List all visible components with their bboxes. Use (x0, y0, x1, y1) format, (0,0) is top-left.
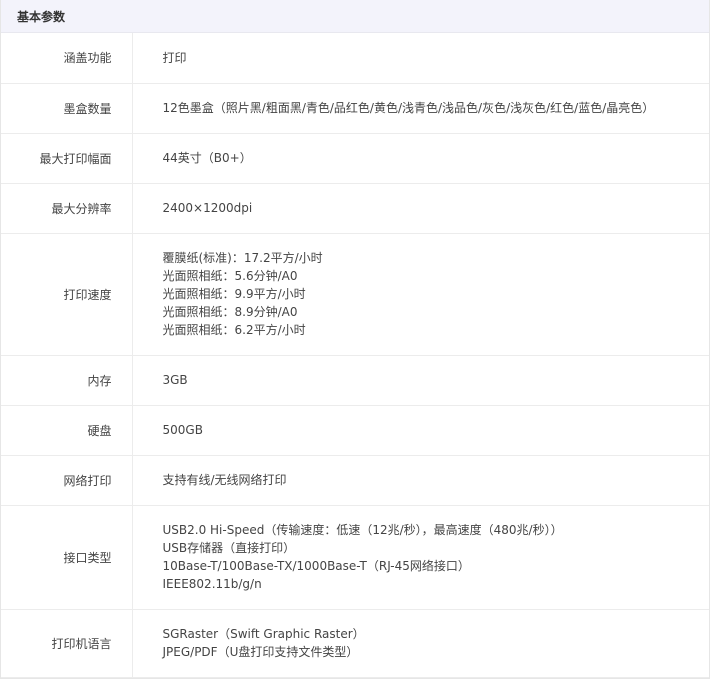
row-label: 打印机语言 (1, 609, 133, 678)
value-line: 支持有线/无线网络打印 (162, 473, 287, 487)
value-line: 3GB (162, 373, 188, 387)
row-value: 12色墨盒（照片黑/粗面黑/青色/品红色/黄色/浅青色/浅品色/灰色/浅灰色/红… (132, 83, 709, 134)
section-title: 基本参数 (1, 0, 709, 33)
value-line: 打印 (162, 50, 187, 65)
spec-table: 涵盖功能 打印 墨盒数量 12色墨盒（照片黑/粗面黑/青色/品红色/黄色/浅青色… (1, 33, 709, 678)
value-line: 12色墨盒（照片黑/粗面黑/青色/品红色/黄色/浅青色/浅品色/灰色/浅灰色/红… (162, 101, 655, 115)
row-value: 500GB (132, 405, 709, 456)
row-value: 打印 (132, 33, 709, 84)
row-label: 墨盒数量 (1, 83, 133, 134)
value-line: 光面照相纸：9.9平方/小时 (162, 287, 306, 301)
value-line: USB存储器（直接打印） (162, 541, 296, 555)
value-line: 2400×1200dpi (162, 201, 253, 215)
table-row: 最大打印幅面 44英寸（B0+） (1, 133, 709, 184)
row-label: 网络打印 (1, 455, 133, 506)
row-value: 支持有线/无线网络打印 (132, 455, 709, 506)
value-line: 光面照相纸：8.9分钟/A0 (162, 305, 298, 319)
table-row: 网络打印 支持有线/无线网络打印 (1, 455, 709, 506)
row-value: 3GB (132, 355, 709, 406)
table-row: 涵盖功能 打印 (1, 33, 709, 84)
table-row: 打印速度 覆膜纸(标准)：17.2平方/小时 光面照相纸：5.6分钟/A0 光面… (1, 233, 709, 356)
table-row: 打印机语言 SGRaster（Swift Graphic Raster） JPE… (1, 609, 709, 678)
value-line: 44英寸（B0+） (162, 151, 252, 165)
row-label: 涵盖功能 (1, 33, 133, 84)
spec-panel: 基本参数 涵盖功能 打印 墨盒数量 12色墨盒（照片黑/粗面黑/青色/品红色/黄… (0, 0, 710, 679)
row-label: 打印速度 (1, 233, 133, 356)
row-label: 硬盘 (1, 405, 133, 456)
row-label: 最大分辨率 (1, 183, 133, 234)
row-label: 最大打印幅面 (1, 133, 133, 184)
row-value: 2400×1200dpi (132, 183, 709, 234)
value-line: 覆膜纸(标准)：17.2平方/小时 (162, 251, 323, 265)
table-row: 接口类型 USB2.0 Hi-Speed（传输速度：低速（12兆/秒），最高速度… (1, 505, 709, 610)
value-line: IEEE802.11b/g/n (162, 577, 262, 591)
value-line: 光面照相纸：5.6分钟/A0 (162, 269, 298, 283)
row-value: 44英寸（B0+） (132, 133, 709, 184)
value-line: 光面照相纸：6.2平方/小时 (162, 323, 306, 337)
value-line: SGRaster（Swift Graphic Raster） (162, 627, 365, 641)
row-label: 接口类型 (1, 505, 133, 610)
value-line: JPEG/PDF（U盘打印支持文件类型） (162, 645, 359, 659)
value-line: 500GB (162, 423, 203, 437)
row-value: 覆膜纸(标准)：17.2平方/小时 光面照相纸：5.6分钟/A0 光面照相纸：9… (132, 233, 709, 356)
table-row: 墨盒数量 12色墨盒（照片黑/粗面黑/青色/品红色/黄色/浅青色/浅品色/灰色/… (1, 83, 709, 134)
row-value: SGRaster（Swift Graphic Raster） JPEG/PDF（… (132, 609, 709, 678)
value-line: USB2.0 Hi-Speed（传输速度：低速（12兆/秒），最高速度（480兆… (162, 523, 563, 537)
value-line: 10Base-T/100Base-TX/1000Base-T（RJ-45网络接口… (162, 559, 470, 573)
table-row: 最大分辨率 2400×1200dpi (1, 183, 709, 234)
table-row: 硬盘 500GB (1, 405, 709, 456)
table-row: 内存 3GB (1, 355, 709, 406)
row-value: USB2.0 Hi-Speed（传输速度：低速（12兆/秒），最高速度（480兆… (132, 505, 709, 610)
row-label: 内存 (1, 355, 133, 406)
